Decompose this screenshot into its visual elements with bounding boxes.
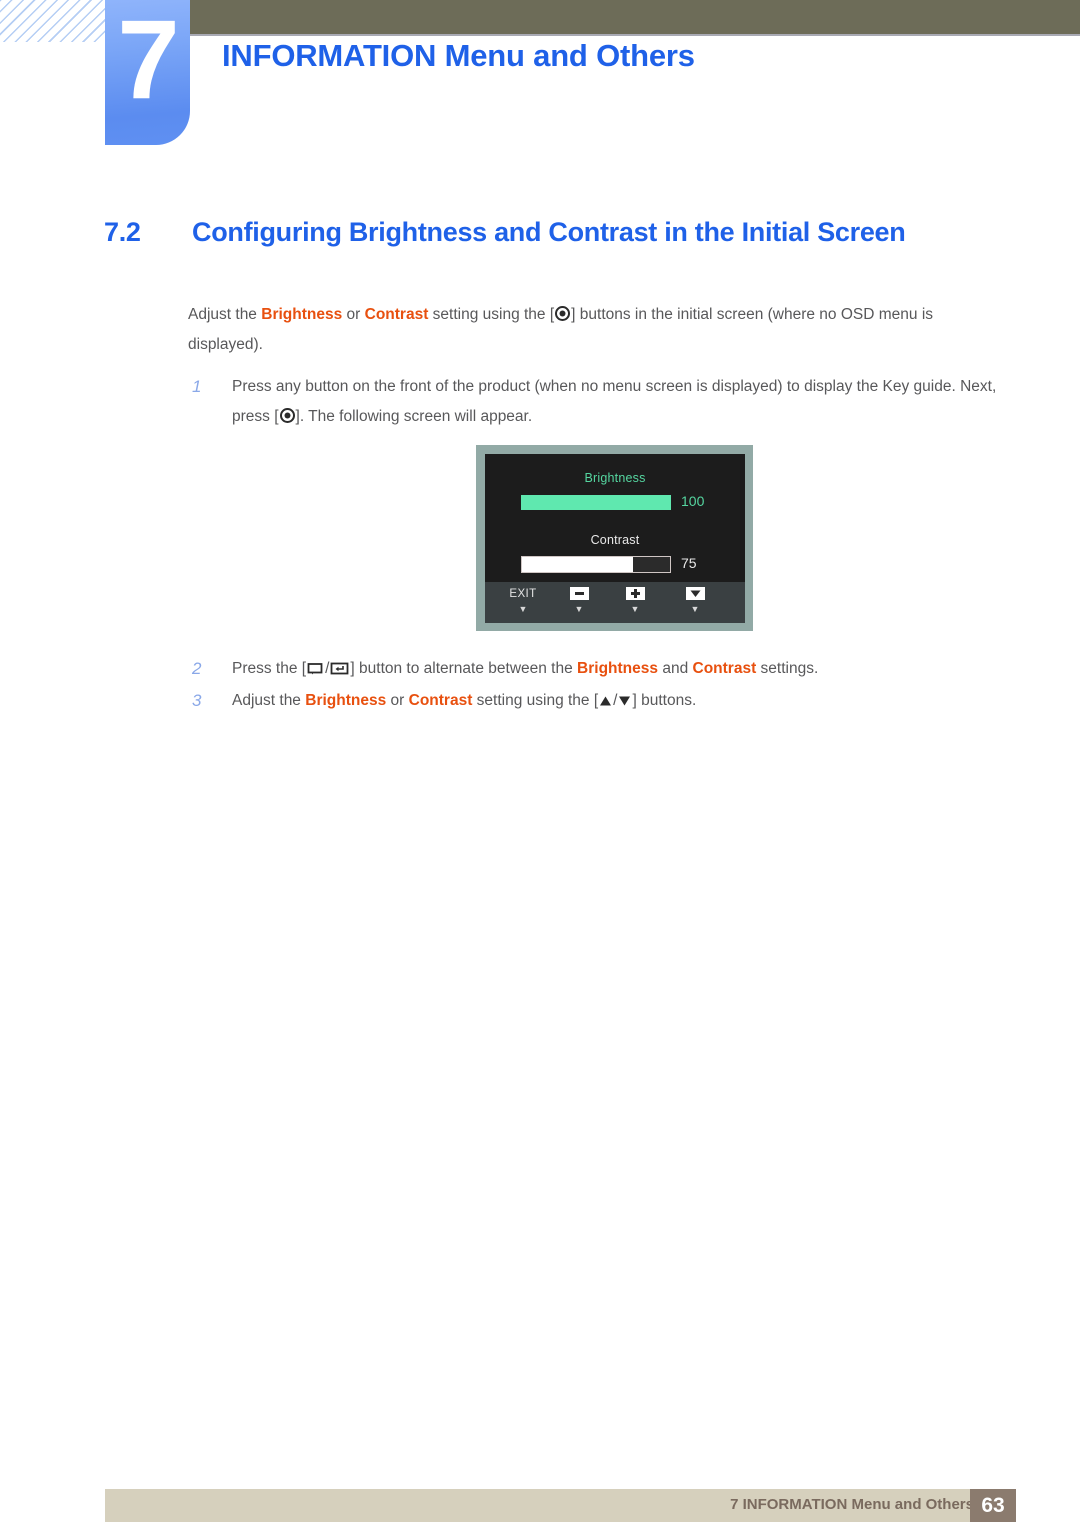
jog-button-icon: [279, 408, 295, 423]
step2-text-1: Press the [: [232, 660, 307, 677]
osd-exit-label: EXIT: [509, 588, 537, 600]
list-item: 2 Press the [/] button to alternate betw…: [188, 654, 1008, 684]
osd-contrast-bar-fill: [522, 557, 633, 572]
enter-key-icon: [330, 662, 349, 675]
osd-exit-button: EXIT ▼: [495, 587, 551, 614]
osd-brightness-bar-fill: [521, 495, 671, 510]
osd-plus-button: ▼: [607, 587, 663, 614]
source-key-icon: [307, 662, 324, 675]
keyword-brightness: Brightness: [261, 306, 343, 323]
step3-text-2: or: [386, 692, 409, 709]
header-rule: [186, 34, 1080, 36]
step2-text-2: ] button to alternate between the: [350, 660, 578, 677]
section-title: Configuring Brightness and Contrast in t…: [192, 217, 906, 247]
osd-caret-icon: ▼: [690, 604, 700, 614]
chapter-tab: 7: [105, 0, 190, 145]
step1-text-2: ]. The following screen will appear.: [295, 408, 533, 425]
intro-text-3: setting using the [: [428, 306, 555, 323]
step-number: 2: [192, 659, 202, 678]
osd-brightness-bar-track: [521, 494, 671, 511]
header-bar: [186, 0, 1080, 34]
up-arrow-icon: [599, 695, 612, 707]
intro-text-2: or: [342, 306, 365, 323]
step3-text-3: setting using the [: [472, 692, 599, 709]
step-number: 3: [192, 691, 202, 710]
osd-minus-button: ▼: [551, 587, 607, 614]
chapter-title: INFORMATION Menu and Others: [222, 38, 695, 73]
keyword-brightness: Brightness: [577, 660, 659, 677]
footer-text: 7 INFORMATION Menu and Others: [730, 1496, 974, 1513]
step3-text-4: ] buttons.: [632, 692, 697, 709]
osd-caret-icon: ▼: [518, 604, 528, 614]
keyword-contrast: Contrast: [408, 692, 473, 709]
intro-text-1: Adjust the: [188, 306, 262, 323]
keyword-contrast: Contrast: [364, 306, 429, 323]
osd-down-button: ▼: [667, 587, 723, 614]
step3-text-1: Adjust the: [232, 692, 306, 709]
jog-button-icon: [555, 306, 571, 321]
chapter-number: 7: [117, 0, 179, 122]
step-number: 1: [192, 377, 202, 396]
step2-text-3: and: [658, 660, 693, 677]
osd-brightness-row: 100: [485, 493, 745, 512]
osd-screen-illustration: Brightness 100 Contrast 75 EXIT ▼ ▼ ▼ ▼: [476, 445, 753, 631]
section-number: 7.2: [104, 217, 141, 247]
osd-brightness-label: Brightness: [584, 471, 646, 485]
plus-key-icon: [607, 587, 663, 602]
osd-contrast-row: 75: [485, 555, 745, 574]
osd-contrast-label: Contrast: [590, 533, 640, 547]
down-arrow-icon: [618, 695, 631, 707]
osd-contrast-bar-track: [521, 556, 671, 573]
step2-text-4: settings.: [756, 660, 819, 677]
osd-brightness-value: 100: [681, 493, 705, 509]
page-number: 63: [970, 1489, 1016, 1522]
section-heading: 7.2 Configuring Brightness and Contrast i…: [104, 217, 1004, 248]
list-item: 3 Adjust the Brightness or Contrast sett…: [188, 686, 1008, 716]
osd-toolbar: EXIT ▼ ▼ ▼ ▼: [485, 582, 745, 623]
corner-hatch-decoration: [0, 0, 118, 42]
osd-caret-icon: ▼: [574, 604, 584, 614]
down-arrow-key-icon: [667, 587, 723, 602]
list-item: 1 Press any button on the front of the p…: [188, 372, 1008, 432]
keyword-contrast: Contrast: [692, 660, 757, 677]
osd-contrast-value: 75: [681, 555, 697, 571]
intro-paragraph: Adjust the Brightness or Contrast settin…: [188, 300, 1008, 360]
osd-caret-icon: ▼: [630, 604, 640, 614]
keyword-brightness: Brightness: [305, 692, 387, 709]
minus-key-icon: [551, 587, 607, 602]
osd-screen: Brightness 100 Contrast 75 EXIT ▼ ▼ ▼ ▼: [485, 454, 745, 623]
